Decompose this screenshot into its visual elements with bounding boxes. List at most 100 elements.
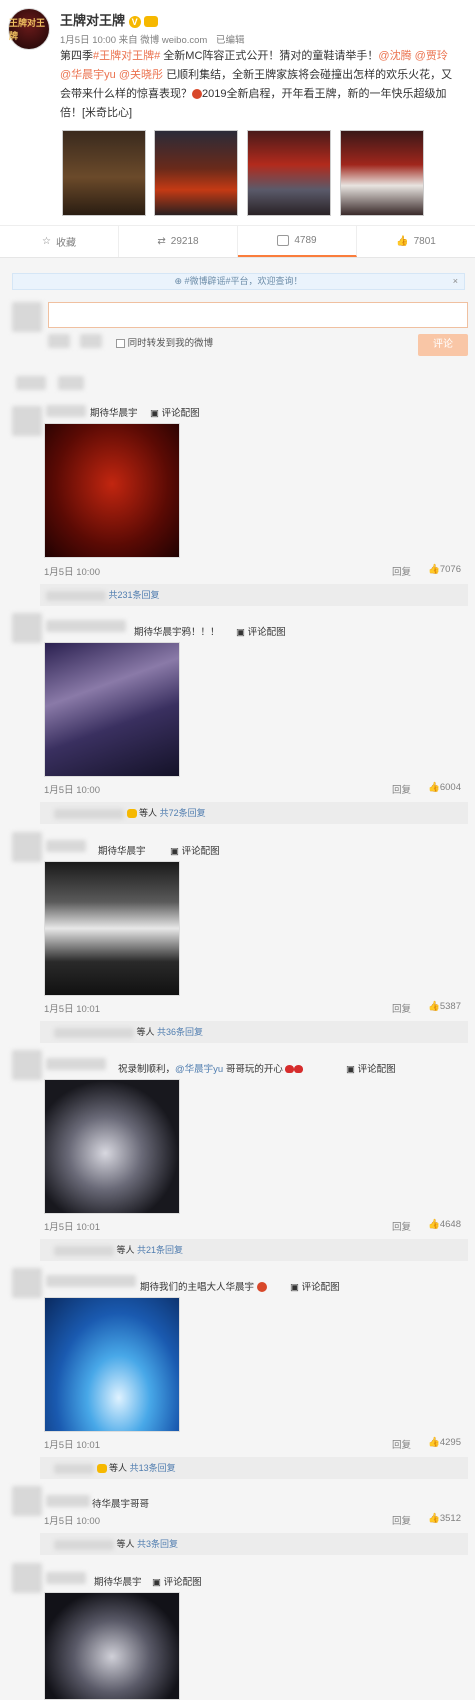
thumb-up-icon: 👍 <box>396 236 409 247</box>
comment-image-link[interactable]: ▣ 评论配图 <box>236 624 286 638</box>
reply-button[interactable]: 回复 <box>392 1513 411 1527</box>
comment-icon <box>277 235 290 246</box>
sub-replies-bar[interactable]: 等人 共72条回复 <box>40 802 468 824</box>
mention-link[interactable]: @华晨宇yu <box>60 69 116 81</box>
comment-time: 1月5日 10:01 <box>44 1222 100 1233</box>
thumb-up-icon: 👍 <box>428 1513 440 1524</box>
repost-checkbox[interactable]: 同时转发到我的微博 <box>116 335 213 349</box>
heart-icon <box>294 1065 304 1074</box>
comment-image[interactable] <box>44 1592 180 1700</box>
commenter-name[interactable] <box>46 1275 136 1287</box>
comment-like-button[interactable]: 👍6004 <box>428 782 461 793</box>
mention-link[interactable]: @沈腾 <box>378 50 411 62</box>
commenter-avatar[interactable] <box>12 613 42 643</box>
sub-replies-bar[interactable]: 等人 共21条回复 <box>40 1239 468 1261</box>
emoji-icon <box>192 89 202 100</box>
submit-comment-button[interactable]: 评论 <box>418 334 468 356</box>
favorite-label: 收藏 <box>55 238 76 249</box>
comment-like-button[interactable]: 👍4648 <box>428 1219 461 1230</box>
commenter-name[interactable] <box>46 405 86 417</box>
comment-image[interactable] <box>44 423 180 558</box>
comment-image-link[interactable]: ▣ 评论配图 <box>290 1279 340 1293</box>
repost-check-label: 同时转发到我的微博 <box>127 338 214 349</box>
checkbox-icon[interactable] <box>116 338 125 348</box>
star-icon: ☆ <box>42 236 51 247</box>
commenter-avatar[interactable] <box>12 1563 42 1593</box>
topic-tag-link[interactable]: #王牌对王牌# <box>93 50 160 62</box>
comment-text: 期待华晨宇 <box>98 846 146 857</box>
post-time[interactable]: 1月5日 10:00 <box>60 35 116 46</box>
comment-text: 待华晨宇哥哥 <box>92 1499 150 1510</box>
author-name[interactable]: 王牌对王牌 V <box>60 10 159 29</box>
comment-input[interactable] <box>48 302 468 328</box>
commenter-avatar[interactable] <box>12 1050 42 1080</box>
post-image[interactable] <box>62 130 146 216</box>
comment-button[interactable]: 4789 <box>238 226 357 257</box>
commenter-name[interactable] <box>46 840 86 852</box>
close-icon[interactable]: × <box>453 274 458 289</box>
sort-toggle[interactable] <box>16 376 46 390</box>
comment-image-label: 评论配图 <box>357 1064 396 1075</box>
my-avatar <box>12 302 42 332</box>
emoji-picker-icon[interactable] <box>48 334 70 348</box>
commenter-avatar[interactable] <box>12 406 42 436</box>
comment-image[interactable] <box>44 642 180 777</box>
sub-replies-link[interactable]: 共72条回复 <box>160 808 206 818</box>
sub-replies-link[interactable]: 共231条回复 <box>109 590 160 600</box>
rumor-notice[interactable]: ⊕ #微博辟谣#平台，欢迎查询！ × <box>12 273 465 290</box>
reply-button[interactable]: 回复 <box>392 1437 411 1451</box>
reply-button[interactable]: 回复 <box>392 564 411 578</box>
commenter-name[interactable] <box>46 1495 90 1507</box>
sort-toggle[interactable] <box>58 376 84 390</box>
sub-replies-bar[interactable]: 等人 共13条回复 <box>40 1457 468 1479</box>
comment-image-label: 评论配图 <box>163 1577 202 1588</box>
like-button[interactable]: 👍 7801 <box>357 226 475 257</box>
sub-replies-bar[interactable]: 等人 共36条回复 <box>40 1021 468 1043</box>
commenter-avatar[interactable] <box>12 1486 42 1516</box>
comment-image-link[interactable]: ▣ 评论配图 <box>152 1574 202 1588</box>
vip-icon <box>126 809 137 819</box>
comment-image[interactable] <box>44 1297 180 1432</box>
sub-replies-bar[interactable]: 共231条回复 <box>40 584 468 606</box>
author-avatar[interactable]: 王牌对王牌 <box>8 8 50 50</box>
commenter-avatar[interactable] <box>12 1268 42 1298</box>
comment-image[interactable] <box>44 1079 180 1214</box>
post-text-part: 会带来什么样的惊喜表现？ <box>60 88 192 100</box>
post-text: 第四季#王牌对王牌# 全新MC阵容正式公开！猜对的童鞋请举手！@沈腾 @贾玲 @… <box>60 47 468 123</box>
reply-button[interactable]: 回复 <box>392 1001 411 1015</box>
mention-link[interactable]: @关晓彤 <box>119 69 163 81</box>
comment-image-link[interactable]: ▣ 评论配图 <box>170 843 220 857</box>
comment-like-button[interactable]: 👍3512 <box>428 1513 461 1524</box>
comment-image-link[interactable]: ▣ 评论配图 <box>346 1061 396 1075</box>
commenter-name[interactable] <box>46 1058 106 1070</box>
reply-button[interactable]: 回复 <box>392 782 411 796</box>
comment-image[interactable] <box>44 861 180 996</box>
comment-image-link[interactable]: ▣ 评论配图 <box>150 405 200 419</box>
favorite-button[interactable]: ☆ 收藏 <box>0 226 119 257</box>
post-image[interactable] <box>154 130 238 216</box>
post-image[interactable] <box>340 130 424 216</box>
emoji-icon <box>256 1282 267 1293</box>
sub-replies-link[interactable]: 共36条回复 <box>157 1027 203 1037</box>
commenter-avatar[interactable] <box>12 832 42 862</box>
commenter-name[interactable] <box>46 1572 86 1584</box>
sub-replies-link[interactable]: 共21条回复 <box>137 1245 183 1255</box>
author-name-text[interactable]: 王牌对王牌 <box>60 13 125 28</box>
comment-like-button[interactable]: 👍5387 <box>428 1001 461 1012</box>
sub-replies-link[interactable]: 共13条回复 <box>130 1463 176 1473</box>
thumb-up-icon: 👍 <box>428 564 440 575</box>
reply-user-names <box>54 1245 114 1256</box>
image-picker-icon[interactable] <box>80 334 102 348</box>
sub-replies-link[interactable]: 共3条回复 <box>137 1539 178 1549</box>
reply-button[interactable]: 回复 <box>392 1219 411 1233</box>
weibo-post: 王牌对王牌 王牌对王牌 V 1月5日 10:00 来自 微博 weibo.com… <box>0 0 475 225</box>
repost-button[interactable]: ⇄ 29218 <box>119 226 238 257</box>
mention-link[interactable]: @华晨宇yu <box>175 1064 223 1075</box>
mention-link[interactable]: @贾玲 <box>415 50 448 62</box>
comment-like-button[interactable]: 👍7076 <box>428 564 461 575</box>
commenter-name[interactable] <box>46 620 126 632</box>
sub-replies-bar[interactable]: 等人 共3条回复 <box>40 1533 468 1555</box>
avatar-logo-text: 王牌对王牌 <box>9 18 46 41</box>
post-image[interactable] <box>247 130 331 216</box>
comment-like-button[interactable]: 👍4295 <box>428 1437 461 1448</box>
